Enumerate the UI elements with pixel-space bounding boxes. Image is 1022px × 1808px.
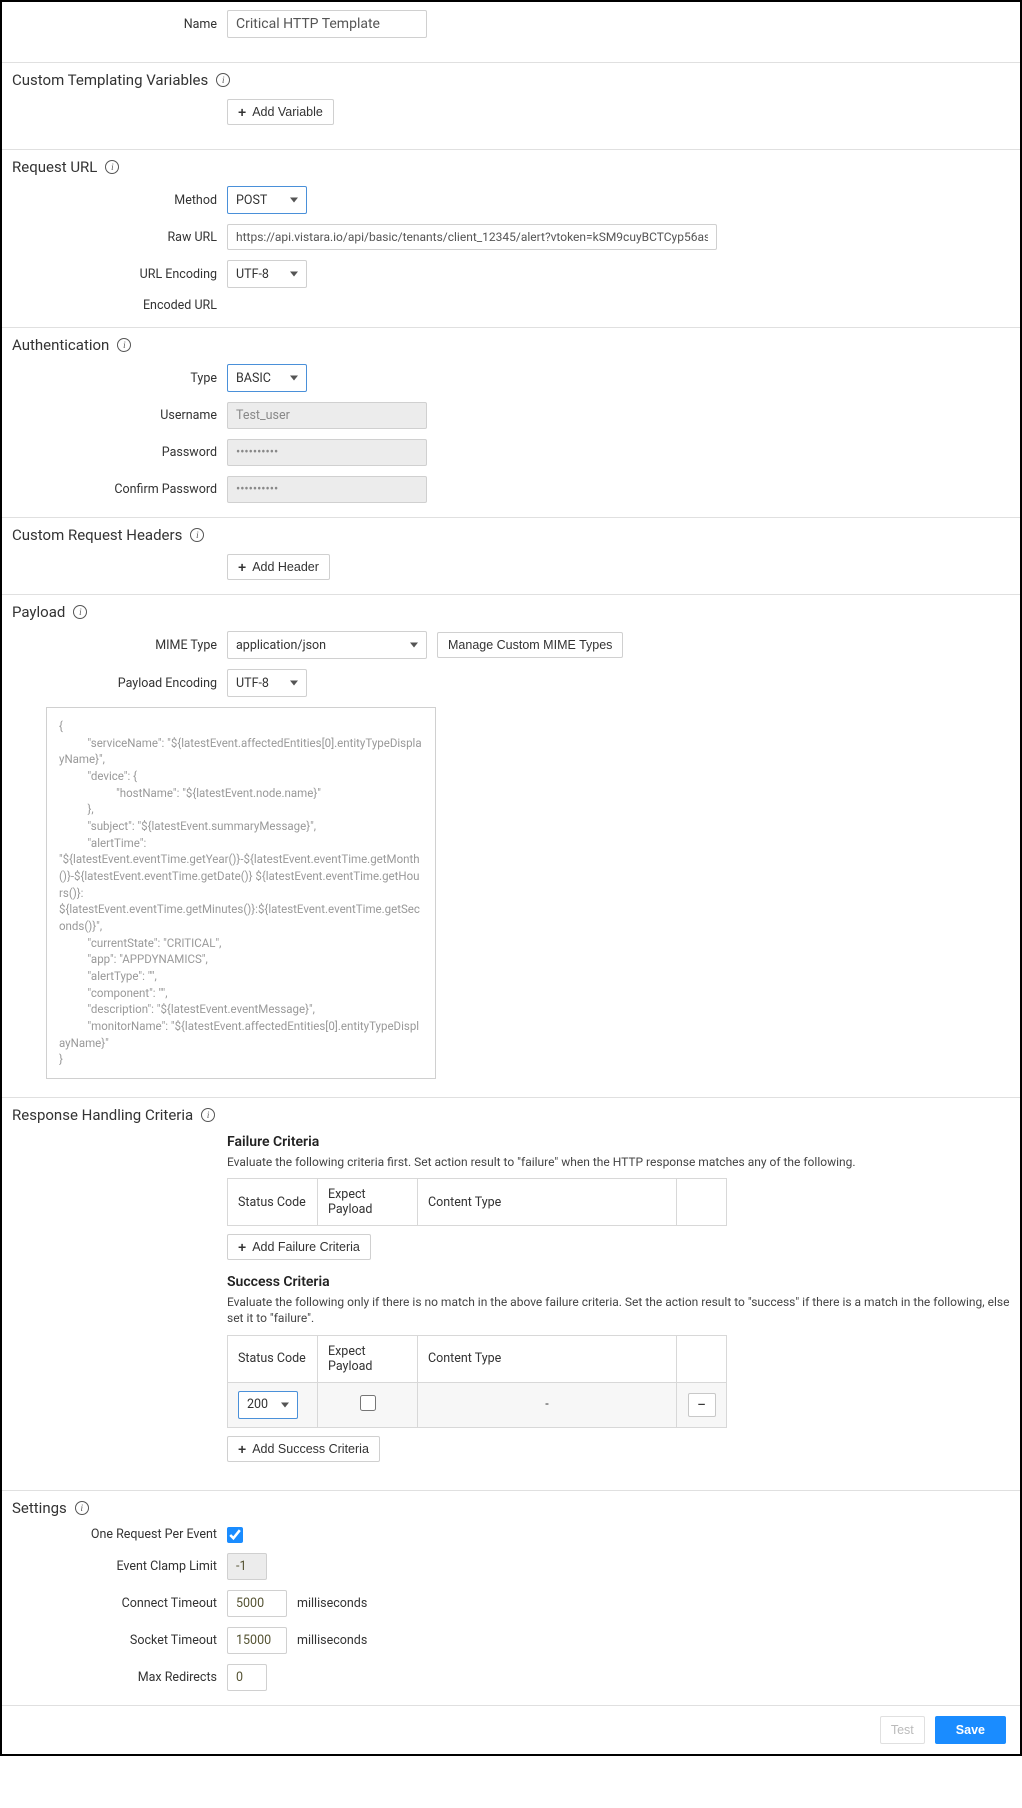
password-input[interactable]	[227, 439, 427, 466]
plus-icon: +	[238, 1442, 246, 1456]
expect-payload-checkbox[interactable]	[360, 1395, 376, 1411]
add-success-label: Add Success Criteria	[252, 1442, 369, 1456]
settings-header: Settings	[12, 1499, 67, 1517]
one-request-checkbox[interactable]	[227, 1527, 243, 1543]
payload-header: Payload	[12, 603, 65, 621]
add-failure-label: Add Failure Criteria	[252, 1240, 360, 1254]
response-header: Response Handling Criteria	[12, 1106, 193, 1124]
plus-icon: +	[238, 1240, 246, 1254]
test-label: Test	[891, 1723, 914, 1737]
url-encoding-value: UTF-8	[236, 267, 269, 282]
socket-timeout-label: Socket Timeout	[12, 1633, 227, 1648]
info-icon: i	[105, 160, 119, 174]
failure-col-expect: Expect Payload	[318, 1179, 418, 1226]
payload-body[interactable]: { "serviceName": "${latestEvent.affected…	[46, 707, 436, 1079]
method-select[interactable]: POST	[227, 186, 307, 214]
connect-unit: milliseconds	[297, 1596, 367, 1611]
add-header-button[interactable]: + Add Header	[227, 554, 330, 580]
auth-type-select[interactable]: BASIC	[227, 364, 307, 392]
connect-timeout-label: Connect Timeout	[12, 1596, 227, 1611]
info-icon: i	[201, 1108, 215, 1122]
one-request-label: One Request Per Event	[12, 1527, 227, 1542]
manage-mime-label: Manage Custom MIME Types	[448, 638, 612, 652]
clamp-label: Event Clamp Limit	[12, 1559, 227, 1574]
payload-encoding-label: Payload Encoding	[12, 676, 227, 691]
save-button[interactable]: Save	[935, 1716, 1006, 1744]
add-variable-label: Add Variable	[252, 105, 323, 119]
content-type-cell: -	[418, 1382, 677, 1427]
info-icon: i	[117, 338, 131, 352]
confirm-password-input[interactable]	[227, 476, 427, 503]
socket-timeout-input[interactable]	[227, 1627, 287, 1654]
encoded-url-label: Encoded URL	[12, 298, 227, 313]
success-col-status: Status Code	[228, 1335, 318, 1382]
method-label: Method	[12, 193, 227, 208]
plus-icon: +	[238, 105, 246, 119]
info-icon: i	[73, 605, 87, 619]
custom-vars-header: Custom Templating Variables	[12, 71, 208, 89]
failure-desc: Evaluate the following criteria first. S…	[227, 1154, 1006, 1170]
payload-encoding-value: UTF-8	[236, 676, 269, 691]
redirects-label: Max Redirects	[12, 1670, 227, 1685]
name-input[interactable]	[227, 10, 427, 38]
mime-select[interactable]: application/json	[227, 631, 427, 659]
mime-value: application/json	[236, 638, 326, 653]
confirm-password-label: Confirm Password	[12, 482, 227, 497]
request-url-header: Request URL	[12, 158, 97, 176]
success-title: Success Criteria	[227, 1274, 1010, 1290]
payload-encoding-select[interactable]: UTF-8	[227, 669, 307, 697]
success-col-expect: Expect Payload	[318, 1335, 418, 1382]
headers-header: Custom Request Headers	[12, 526, 182, 544]
add-failure-button[interactable]: + Add Failure Criteria	[227, 1234, 371, 1260]
remove-row-button[interactable]: −	[688, 1393, 716, 1417]
test-button[interactable]: Test	[880, 1716, 925, 1744]
clamp-input[interactable]	[227, 1553, 267, 1580]
connect-timeout-input[interactable]	[227, 1590, 287, 1617]
name-label: Name	[12, 17, 227, 32]
url-encoding-label: URL Encoding	[12, 267, 227, 282]
auth-header: Authentication	[12, 336, 109, 354]
failure-col-content: Content Type	[418, 1179, 677, 1226]
raw-url-label: Raw URL	[12, 230, 227, 245]
success-table: Status Code Expect Payload Content Type …	[227, 1335, 727, 1428]
info-icon: i	[216, 73, 230, 87]
save-label: Save	[956, 1723, 985, 1737]
success-col-content: Content Type	[418, 1335, 677, 1382]
add-header-label: Add Header	[252, 560, 319, 574]
success-desc: Evaluate the following only if there is …	[227, 1294, 1010, 1326]
auth-type-label: Type	[12, 371, 227, 386]
status-code-value: 200	[247, 1397, 268, 1412]
socket-unit: milliseconds	[297, 1633, 367, 1648]
url-encoding-select[interactable]: UTF-8	[227, 260, 307, 288]
auth-type-value: BASIC	[236, 371, 271, 386]
failure-title: Failure Criteria	[227, 1134, 1006, 1150]
method-value: POST	[236, 193, 267, 208]
failure-col-status: Status Code	[228, 1179, 318, 1226]
username-label: Username	[12, 408, 227, 423]
failure-table: Status Code Expect Payload Content Type	[227, 1178, 727, 1226]
add-success-button[interactable]: + Add Success Criteria	[227, 1436, 380, 1462]
redirects-input[interactable]	[227, 1664, 267, 1691]
plus-icon: +	[238, 560, 246, 574]
mime-label: MIME Type	[12, 638, 227, 653]
info-icon: i	[75, 1501, 89, 1515]
table-row: 200 - −	[228, 1382, 727, 1427]
raw-url-input[interactable]	[227, 224, 717, 250]
add-variable-button[interactable]: + Add Variable	[227, 99, 334, 125]
manage-mime-button[interactable]: Manage Custom MIME Types	[437, 632, 623, 658]
password-label: Password	[12, 445, 227, 460]
status-code-select[interactable]: 200	[238, 1391, 298, 1419]
username-input[interactable]	[227, 402, 427, 429]
info-icon: i	[190, 528, 204, 542]
